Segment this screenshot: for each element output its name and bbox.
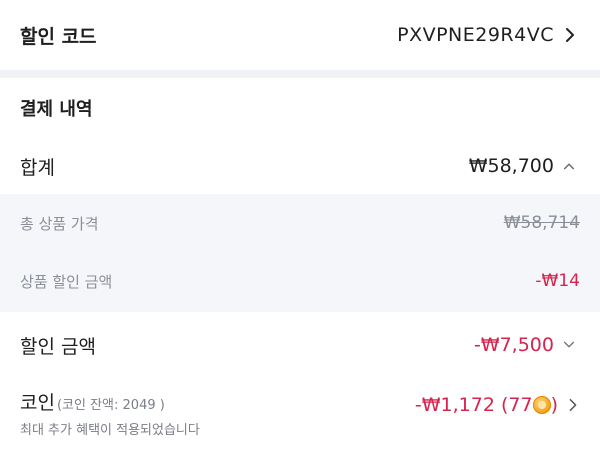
coin-balance: (코인 잔액: 2049 ) <box>56 398 165 413</box>
chevron-up-icon[interactable] <box>562 159 576 173</box>
discount-code-value: PXVPNE29R4VC <box>397 24 554 46</box>
coin-benefit-note: 최대 추가 혜택이 적용되었습니다 <box>20 423 200 438</box>
payment-details-card: 결제 내역 합계 ₩58,700 총 상품 가격 ₩58,714 상품 할인 금… <box>0 78 600 450</box>
coin-row[interactable]: 코인 (코인 잔액: 2049 ) 최대 추가 혜택이 적용되었습니다 -₩1,1… <box>0 378 600 450</box>
coin-icon <box>532 396 551 414</box>
discount-amount-row[interactable]: 할인 금액 -₩7,500 <box>0 312 600 378</box>
total-value: ₩58,700 <box>468 155 554 177</box>
discount-amount-value: -₩7,500 <box>473 334 554 356</box>
total-row[interactable]: 합계 ₩58,700 <box>0 138 600 194</box>
chevron-right-icon[interactable] <box>566 398 580 412</box>
payment-section-title: 결제 내역 <box>20 99 93 120</box>
coin-label: 코인 <box>20 392 55 414</box>
chevron-down-icon[interactable] <box>562 338 576 352</box>
product-total-value: ₩58,714 <box>503 213 580 233</box>
total-label: 합계 <box>20 156 55 179</box>
discount-code-row[interactable]: 할인 코드 PXVPNE29R4VC <box>0 0 600 70</box>
product-discount-label: 상품 할인 금액 <box>20 272 113 291</box>
coin-value: -₩1,172 (77 <box>414 394 533 416</box>
discount-code-label: 할인 코드 <box>20 25 97 48</box>
coin-value-suffix: ) <box>550 394 558 416</box>
chevron-right-icon[interactable] <box>562 27 578 43</box>
product-total-label: 총 상품 가격 <box>20 214 99 233</box>
discount-amount-label: 할인 금액 <box>20 335 96 358</box>
total-breakdown-panel: 총 상품 가격 ₩58,714 상품 할인 금액 -₩14 <box>0 194 600 312</box>
product-discount-value: -₩14 <box>535 271 580 291</box>
